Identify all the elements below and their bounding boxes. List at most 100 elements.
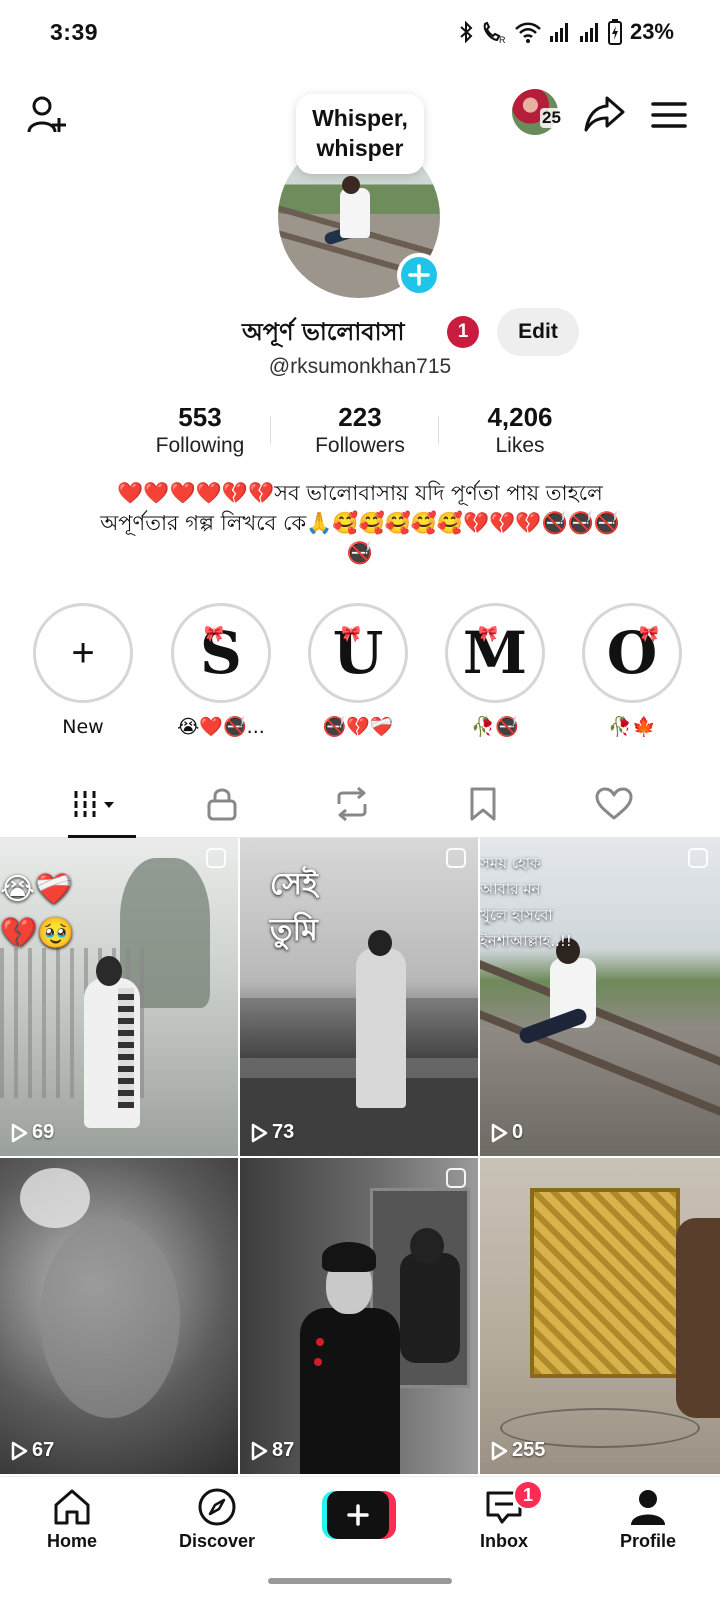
highlight-item[interactable]: 🎀 U 🚭💔❤️‍🩹 [308, 603, 408, 739]
plus-icon [408, 264, 430, 286]
tab-private[interactable] [182, 772, 262, 836]
stat-value: 553 [178, 402, 222, 432]
highlight-item[interactable]: 🎀 S 😭❤️🚭... [171, 603, 271, 739]
battery-charging-icon [607, 19, 622, 45]
view-count-value: 69 [32, 1121, 55, 1143]
video-thumbnail[interactable]: 😭❤️‍🩹 💔🥹 69 [0, 838, 238, 1156]
add-story-button[interactable] [397, 253, 441, 297]
highlight-caption: 🚭💔❤️‍🩹 [322, 716, 394, 738]
play-icon [491, 1123, 508, 1142]
play-icon [11, 1441, 28, 1460]
view-count-value: 73 [272, 1121, 295, 1143]
video-thumbnail[interactable]: 87 [240, 1158, 478, 1474]
share-icon [584, 96, 625, 132]
nav-home[interactable]: Home [12, 1477, 132, 1567]
nav-profile[interactable]: Profile [588, 1477, 708, 1567]
video-thumbnail[interactable]: সেই তুমি 73 [240, 838, 478, 1156]
lock-icon [207, 788, 237, 821]
stat-followers[interactable]: 223 Followers [280, 402, 440, 462]
bow-icon: 🎀 [639, 626, 659, 643]
wifi-calling-icon: R [480, 20, 508, 44]
video-thumbnail[interactable]: 255 [480, 1158, 720, 1474]
view-count-value: 255 [512, 1439, 546, 1461]
plus-icon [347, 1504, 369, 1526]
video-thumbnail[interactable]: সময় হোক আবার মন খুলে হাসবো ইনশাআল্লাহ..… [480, 838, 720, 1156]
stat-following[interactable]: 553 Following [120, 402, 280, 462]
share-button[interactable] [580, 90, 628, 138]
bow-icon: 🎀 [204, 626, 224, 643]
stat-label: Followers [315, 434, 405, 457]
menu-button[interactable] [646, 92, 692, 138]
highlight-item[interactable]: 🎀 M 🥀🚭 [445, 603, 545, 739]
nav-discover[interactable]: Discover [157, 1477, 277, 1567]
view-count: 73 [250, 1121, 294, 1144]
heart-icon [595, 787, 633, 820]
view-count: 0 [490, 1121, 523, 1144]
bio-line: 🚭 [346, 541, 374, 565]
select-checkbox[interactable] [446, 848, 466, 868]
story-count: 25 [540, 108, 563, 128]
plus-icon: + [71, 630, 95, 675]
create-button[interactable] [322, 1491, 396, 1539]
view-count-value: 87 [272, 1439, 295, 1461]
highlight-circle: 🎀 U [308, 603, 408, 703]
wifi-icon [514, 20, 542, 44]
play-icon [251, 1123, 268, 1142]
select-checkbox[interactable] [446, 1168, 466, 1188]
signal-icon [548, 20, 572, 44]
home-icon [54, 1489, 90, 1525]
highlight-item[interactable]: 🎀 O 🥀🍁 [582, 603, 682, 739]
tab-videos[interactable] [58, 772, 138, 838]
edit-profile-button[interactable]: Edit [497, 308, 579, 356]
profile-bio: ❤️❤️❤️❤️💔💔সব ভালোবাসায় যদি পূর্ণতা পায়… [60, 478, 660, 568]
name-row: অপূর্ণ ভালোবাসা 1 Edit [0, 308, 720, 356]
status-bubble[interactable]: Whisper, whisper [296, 94, 424, 174]
view-count: 255 [490, 1439, 545, 1462]
bio-line: অপূর্ণতার গল্প লিখবে কে🙏🥰🥰🥰🥰🥰💔💔💔🚭🚭🚭 [100, 511, 620, 535]
highlight-caption: 😭❤️🚭... [177, 716, 265, 738]
add-friend-button[interactable] [22, 90, 72, 140]
nav-inbox[interactable]: Inbox [444, 1477, 564, 1567]
bio-line: ❤️❤️❤️❤️💔💔সব ভালোবাসায় যদি পূর্ণতা পায়… [117, 481, 603, 505]
home-indicator [268, 1578, 452, 1584]
nav-label: Inbox [480, 1531, 528, 1551]
tab-favorites[interactable] [443, 772, 523, 836]
signal-icon [578, 20, 602, 44]
status-bar: 3:39 R 23% [0, 0, 720, 66]
view-count-value: 67 [32, 1439, 55, 1461]
view-count: 69 [10, 1121, 54, 1144]
notification-badge: 1 [447, 316, 479, 348]
status-icons: R 23% [458, 18, 674, 46]
profile-icon [631, 1490, 665, 1525]
nav-label: Home [46, 1531, 97, 1551]
bow-icon: 🎀 [478, 626, 498, 643]
select-checkbox[interactable] [688, 848, 708, 868]
stat-likes[interactable]: 4,206 Likes [440, 402, 600, 462]
videos-grid-icon [74, 791, 114, 817]
nav-label: Discover [178, 1531, 256, 1551]
video-thumbnail[interactable]: 67 [0, 1158, 238, 1474]
highlight-caption: 🥀🚭 [471, 716, 519, 738]
tab-reposts[interactable] [312, 772, 392, 836]
repost-icon [337, 786, 367, 822]
bluetooth-icon [458, 20, 474, 44]
svg-text:R: R [499, 35, 506, 44]
stat-value: 223 [338, 402, 382, 432]
highlight-new[interactable]: + New [33, 603, 133, 739]
tab-liked[interactable] [574, 772, 654, 836]
highlight-circle: 🎀 S [171, 603, 271, 703]
play-icon [491, 1441, 508, 1460]
select-checkbox[interactable] [206, 848, 226, 868]
play-icon [251, 1441, 268, 1460]
highlight-caption: New [62, 716, 104, 738]
display-name: অপূর্ণ ভালোবাসা [242, 318, 405, 346]
highlight-circle: 🎀 M [445, 603, 545, 703]
nav-label: Profile [619, 1531, 676, 1551]
video-overlay-text: 😭❤️‍🩹 💔🥹 [0, 872, 75, 951]
stat-label: Following [155, 434, 245, 457]
status-time: 3:39 [50, 19, 99, 45]
bow-icon: 🎀 [341, 626, 361, 643]
highlight-caption: 🥀🍁 [608, 716, 656, 738]
play-icon [11, 1123, 28, 1142]
inbox-badge: 1 [513, 1480, 543, 1510]
